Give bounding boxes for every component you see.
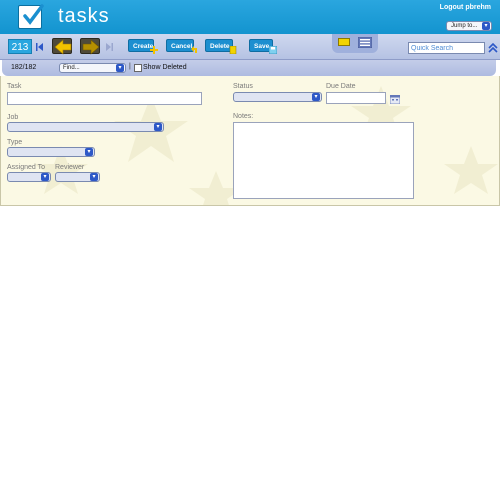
delete-button[interactable]: Delete <box>205 39 237 54</box>
task-label: Task <box>7 83 22 90</box>
chevron-down-icon: ▾ <box>41 173 49 181</box>
chevron-down-icon: ▾ <box>312 93 320 101</box>
notes-textarea[interactable] <box>233 122 414 199</box>
view-switcher <box>332 34 378 53</box>
reviewer-label: Reviewer <box>55 164 85 171</box>
record-info-bar: 182/182 Find... ▾ | Show Deleted <box>2 60 496 76</box>
jump-to-selected: Jump to... <box>451 23 478 29</box>
previous-record-button[interactable] <box>52 38 72 55</box>
status-label: Status <box>233 83 253 90</box>
chevron-down-icon: ▾ <box>154 123 162 131</box>
app-title: tasks <box>58 5 110 27</box>
record-number-badge: 213 <box>8 39 32 54</box>
type-select[interactable]: ▾ <box>7 147 95 157</box>
chevron-down-icon: ▾ <box>116 64 124 72</box>
save-button[interactable]: Save <box>249 39 277 54</box>
save-button-label: Save <box>254 43 270 50</box>
list-view-icon[interactable] <box>358 37 372 48</box>
arrow-right-icon <box>82 39 100 55</box>
task-form: Task Job ▾ Type ▾ Assigned To ▾ Reviewer… <box>0 76 500 206</box>
reviewer-select[interactable]: ▾ <box>55 172 100 182</box>
next-record-button[interactable] <box>80 38 100 55</box>
status-select[interactable]: ▾ <box>233 92 322 102</box>
separator: | <box>129 63 131 70</box>
header-bar: tasks Logout pbrehm Jump to... ▾ <box>0 0 500 34</box>
logout-link[interactable]: Logout pbrehm <box>440 4 491 11</box>
chevron-down-icon: ▾ <box>482 22 490 30</box>
job-label: Job <box>7 114 19 121</box>
toolbar: 213 Create Cancel Delete Save Quick Sear… <box>0 34 500 60</box>
jump-to-select[interactable]: Jump to... ▾ <box>446 21 492 31</box>
due-date-field[interactable] <box>326 92 386 104</box>
chevron-down-icon: ▾ <box>85 148 93 156</box>
save-disk-icon <box>269 46 277 54</box>
quick-search-input[interactable] <box>408 42 485 54</box>
show-deleted-checkbox[interactable] <box>134 64 142 72</box>
due-date-label: Due Date <box>326 83 356 90</box>
type-label: Type <box>7 139 23 146</box>
first-record-icon[interactable] <box>36 43 43 51</box>
double-chevron-up-icon[interactable] <box>488 43 498 53</box>
delete-button-label: Delete <box>210 43 230 50</box>
chevron-down-icon: ▾ <box>90 173 98 181</box>
undo-arrow-icon <box>191 46 197 53</box>
assigned-to-label: Assigned To <box>7 164 46 171</box>
find-select[interactable]: Find... ▾ <box>59 63 126 73</box>
task-field[interactable] <box>7 92 202 105</box>
last-record-icon[interactable] <box>106 43 113 51</box>
app-window: tasks Logout pbrehm Jump to... ▾ 213 Cre… <box>0 0 500 206</box>
arrow-left-icon <box>54 39 72 55</box>
assigned-to-select[interactable]: ▾ <box>7 172 51 182</box>
calendar-icon[interactable] <box>390 95 400 104</box>
notes-label: Notes: <box>233 113 254 120</box>
record-count: 182/182 <box>11 64 37 71</box>
show-deleted-label: Show Deleted <box>143 64 187 71</box>
delete-document-icon <box>229 46 237 54</box>
job-select[interactable]: ▾ <box>7 122 164 132</box>
cancel-button[interactable]: Cancel <box>166 39 197 53</box>
find-selected: Find... <box>63 65 80 71</box>
checkmark-icon <box>18 4 44 29</box>
single-record-view-icon[interactable] <box>338 38 350 46</box>
plus-icon <box>150 46 158 54</box>
create-button[interactable]: Create <box>128 39 158 54</box>
